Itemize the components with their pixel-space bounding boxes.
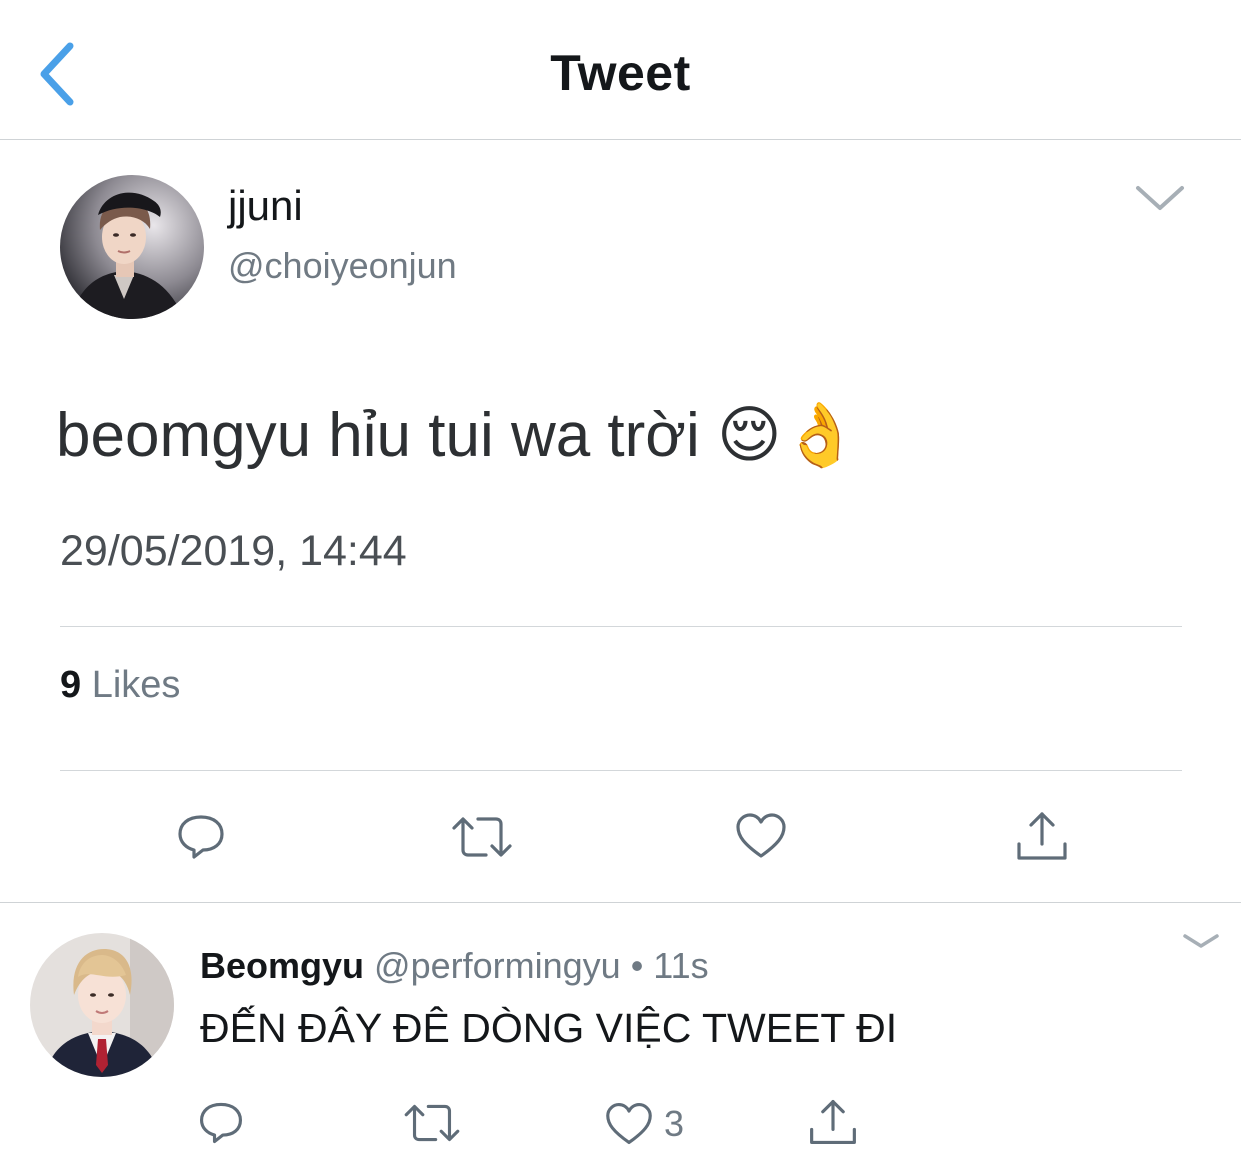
reply-text: ĐẾN ĐÂY ĐÊ DÒNG VIỆC TWEET ĐI <box>200 1005 898 1051</box>
reply-like-count: 3 <box>664 1103 685 1144</box>
share-icon <box>1017 812 1067 860</box>
likes-summary[interactable]: 9 Likes <box>60 664 180 707</box>
page-title: Tweet <box>550 45 691 101</box>
reply-author-handle-time[interactable]: @performingyu • 11s <box>374 945 709 986</box>
retweet-icon <box>452 817 512 857</box>
reply-icon <box>178 815 224 859</box>
tweet-timestamp: 29/05/2019, 14:44 <box>60 527 407 575</box>
tweet-text: beomgyu hỉu tui wa trời 😌👌 <box>56 401 859 470</box>
chevron-down-icon <box>1136 186 1184 210</box>
like-button[interactable] <box>734 810 788 862</box>
share-button[interactable] <box>1014 808 1070 864</box>
section-divider <box>0 902 1241 903</box>
reply-share-button[interactable] <box>806 1096 860 1148</box>
share-icon <box>810 1099 856 1145</box>
author-handle[interactable]: @choiyeonjun <box>228 245 457 287</box>
chevron-down-icon <box>1183 934 1219 948</box>
reply-author-name[interactable]: Beomgyu <box>200 945 364 986</box>
tweet-options-button[interactable] <box>1132 180 1188 216</box>
reply-icon <box>199 1102 243 1144</box>
top-nav-bar: Tweet <box>0 0 1241 140</box>
reply-header: Beomgyu @performingyu • 11s <box>200 945 709 987</box>
divider <box>60 770 1182 771</box>
like-icon <box>736 813 786 858</box>
reply-author-avatar[interactable] <box>30 933 174 1077</box>
divider <box>60 626 1182 627</box>
reply-options-button[interactable] <box>1180 928 1222 954</box>
retweet-button[interactable] <box>450 812 514 862</box>
retweet-icon <box>404 1104 460 1142</box>
author-display-name[interactable]: jjuni <box>228 182 303 230</box>
likes-count: 9 <box>60 664 82 706</box>
reply-reply-button[interactable] <box>196 1098 246 1148</box>
author-avatar[interactable] <box>60 175 204 319</box>
likes-label: Likes <box>91 664 181 706</box>
reply-button[interactable] <box>174 810 228 864</box>
reply-retweet-button[interactable] <box>402 1100 462 1146</box>
reply-like-button[interactable] <box>604 1100 654 1148</box>
like-icon <box>606 1103 652 1145</box>
